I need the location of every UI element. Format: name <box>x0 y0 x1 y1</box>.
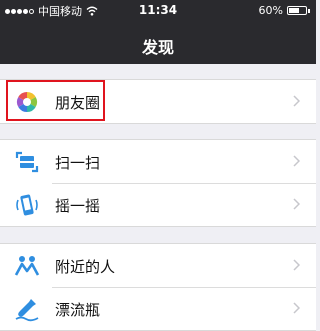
battery-percent: 60% <box>258 4 283 17</box>
group-scan-shake: 扫一扫 摇一摇 <box>0 139 316 227</box>
menu-item-label: 朋友圈 <box>55 94 101 112</box>
chevron-right-icon <box>293 95 300 107</box>
drift-bottle-icon <box>15 299 39 322</box>
page-title: 发现 <box>141 38 174 57</box>
scan-icon <box>15 151 39 173</box>
menu-item-drift-bottle[interactable]: 漂流瓶 <box>0 287 316 330</box>
chevron-right-icon <box>293 198 300 210</box>
chevron-right-icon <box>293 259 300 271</box>
shake-icon <box>16 194 38 216</box>
menu-item-scan[interactable]: 扫一扫 <box>0 140 316 183</box>
moments-icon <box>16 91 38 113</box>
menu-item-moments[interactable]: 朋友圈 <box>0 80 316 123</box>
status-bar: 中国移动 11:34 60% <box>0 0 316 22</box>
group-nearby-bottle: 附近的人 漂流瓶 <box>0 243 316 331</box>
people-nearby-icon <box>14 256 40 276</box>
chevron-right-icon <box>293 155 300 167</box>
group-moments: 朋友圈 <box>0 79 316 124</box>
menu-item-label: 摇一摇 <box>55 197 101 215</box>
menu-item-people-nearby[interactable]: 附近的人 <box>0 244 316 287</box>
menu-item-label: 扫一扫 <box>55 154 101 172</box>
status-right: 60% <box>259 4 310 17</box>
battery-tip <box>308 8 310 13</box>
battery-icon <box>287 6 307 15</box>
chevron-right-icon <box>293 302 300 314</box>
menu-item-label: 附近的人 <box>55 258 116 276</box>
menu-item-label: 漂流瓶 <box>55 301 101 319</box>
menu-item-shake[interactable]: 摇一摇 <box>0 183 316 226</box>
top-header: 中国移动 11:34 60% 发现 <box>0 0 316 64</box>
battery-fill <box>289 8 299 13</box>
